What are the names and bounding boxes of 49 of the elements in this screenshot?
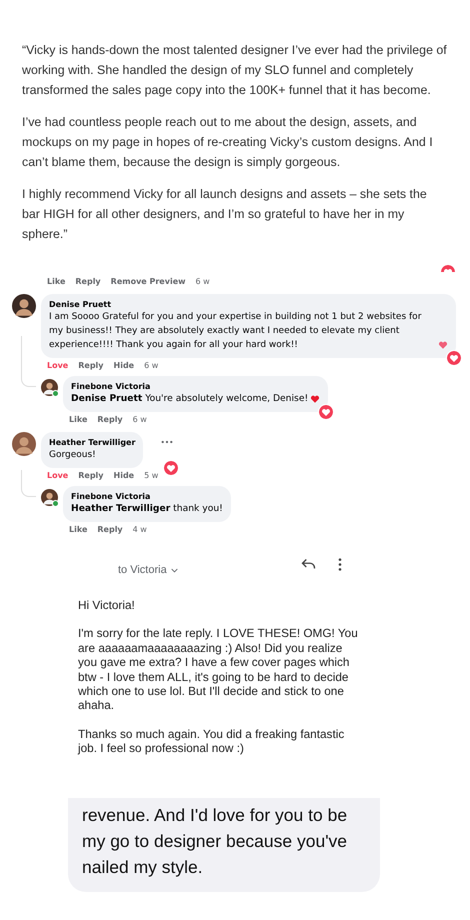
avatar[interactable] xyxy=(41,489,58,506)
more-icon[interactable] xyxy=(338,558,342,570)
more-icon[interactable] xyxy=(161,440,174,444)
comment-time: 4 w xyxy=(132,525,147,534)
message-text: revenue. And I'd love for you to be my go to designer because you've nailed my style. xyxy=(82,804,348,879)
comment-action-link[interactable]: Reply xyxy=(75,277,101,286)
email-paragraph: I'm sorry for the late reply. I LOVE THESE! OMG! You are aaaaaamaaaaaaaazing :) Also! Did you realize you gave me extra? I have a few cover pages which btw - I love them ALL, it's going to be hard to decide which one to use lol. But I'll decide and stick to one ahaha. xyxy=(78,626,359,713)
comment-action-link[interactable]: Hide xyxy=(114,361,134,370)
comment-action-link[interactable]: Like xyxy=(69,415,88,424)
email-paragraph: Thanks so much again. You did a freaking fantastic job. I feel so professional now :) xyxy=(78,726,346,756)
testimonial-paragraph: I’ve had countless people reach out to me about the design, assets, and mockups on my page in hopes of re-creating Vicky’s custom designs. And I can’t blame them, because the design is simply gorgeous. xyxy=(22,114,434,171)
recipient-dropdown[interactable]: to Victoria xyxy=(118,552,301,576)
comment-author[interactable]: Heather Terwilliger xyxy=(49,437,136,448)
comment-action-link[interactable]: Remove Preview xyxy=(110,277,186,286)
avatar[interactable] xyxy=(41,379,58,396)
comment-author[interactable]: Finebone Victoria xyxy=(71,381,320,392)
comment-action-link[interactable]: Reply xyxy=(97,415,123,424)
comment-action-link[interactable]: Like xyxy=(69,525,88,534)
comment-time: 6 w xyxy=(196,277,210,286)
reply-icon[interactable] xyxy=(301,558,316,570)
avatar[interactable] xyxy=(12,294,36,318)
comment-author[interactable]: Finebone Victoria xyxy=(71,491,223,502)
online-status-dot xyxy=(52,500,59,507)
comment-action-link[interactable]: Reply xyxy=(78,471,104,480)
comment-time: 6 w xyxy=(144,361,158,370)
comment-text: Denise Pruett You're absolutely welcome, Denise! xyxy=(71,392,308,406)
avatar[interactable] xyxy=(12,432,36,456)
testimonial-paragraph: “Vicky is hands-down the most talented designer I’ve ever had the privilege of working with. She handled the design of my SLO funnel and completely transformed the sales page copy into the 100K+ funnel that it has become. xyxy=(22,42,448,99)
comment-action-link[interactable]: Like xyxy=(47,277,66,286)
heart-reaction-icon xyxy=(446,350,462,366)
email-paragraph: Hi Victoria! xyxy=(78,598,136,612)
comment-author[interactable]: Denise Pruett xyxy=(49,299,448,310)
thread-line xyxy=(21,470,36,497)
comment-time: 6 w xyxy=(132,415,147,424)
comment-action-link[interactable]: Love xyxy=(47,361,68,370)
comment-action-link[interactable]: Reply xyxy=(97,525,123,534)
online-status-dot xyxy=(52,390,59,397)
thread-line xyxy=(21,336,36,387)
comment-text: Gorgeous! xyxy=(49,449,96,462)
comment-action-link[interactable]: Love xyxy=(47,471,68,480)
chevron-down-icon[interactable] xyxy=(170,568,178,572)
comment-time: 5 w xyxy=(144,471,158,480)
heart-reaction-icon xyxy=(318,404,334,420)
comment-action-link[interactable]: Reply xyxy=(78,361,104,370)
comment-text: Heather Terwilliger thank you! xyxy=(71,502,223,516)
comment-action-link[interactable]: Hide xyxy=(114,471,134,480)
heart-reaction-icon xyxy=(163,460,180,476)
comment-text: I am Soooo Grateful for you and your expertise in building not 1 but 2 websites for my business!! They are absolutely exactly want I needed to elevate my client experience!!!! Thank you again for all your hard work!! xyxy=(49,311,422,352)
testimonial-paragraph: I highly recommend Vicky for all launch designs and assets – she sets the bar HIGH for all other designers, and I’m so grateful to have her in my sphere.” xyxy=(22,186,428,243)
